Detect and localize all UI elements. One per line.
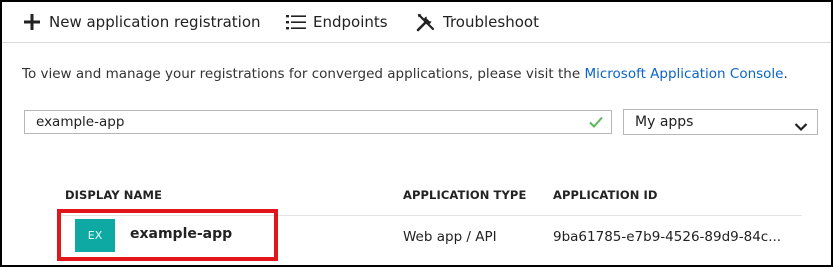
troubleshoot-label: Troubleshoot (443, 13, 539, 31)
endpoints-button[interactable]: Endpoints (286, 2, 388, 42)
app-display-name[interactable]: example-app (130, 226, 232, 242)
search-input[interactable] (25, 111, 585, 133)
microsoft-application-console-link[interactable]: Microsoft Application Console (584, 66, 783, 82)
info-message: To view and manage your registrations fo… (22, 66, 585, 82)
plus-icon (22, 12, 42, 32)
info-suffix: . (783, 66, 788, 82)
list-icon (286, 12, 306, 32)
new-application-registration-label: New application registration (49, 13, 261, 31)
column-header-display-name[interactable]: DISPLAY NAME (65, 188, 162, 202)
app-type: Web app / API (403, 229, 497, 245)
app-id: 9ba61785-e7b9-4526-89d9-84c... (553, 229, 782, 245)
search-box[interactable] (24, 110, 612, 134)
column-header-application-type[interactable]: APPLICATION TYPE (403, 188, 526, 202)
info-text: To view and manage your registrations fo… (22, 66, 812, 83)
command-bar: New application registration Endpoints T… (2, 2, 831, 43)
app-avatar-badge: EX (75, 219, 115, 252)
endpoints-label: Endpoints (313, 13, 388, 31)
troubleshoot-button[interactable]: Troubleshoot (416, 2, 539, 42)
new-application-registration-button[interactable]: New application registration (22, 2, 261, 42)
chevron-down-icon (794, 117, 808, 132)
checkmark-icon (587, 113, 605, 131)
wrench-icon (416, 12, 436, 32)
app-filter-selected: My apps (635, 114, 694, 130)
column-header-application-id[interactable]: APPLICATION ID (553, 188, 658, 202)
app-registrations-panel: New application registration Endpoints T… (0, 0, 833, 267)
app-filter-dropdown[interactable]: My apps (623, 109, 818, 135)
